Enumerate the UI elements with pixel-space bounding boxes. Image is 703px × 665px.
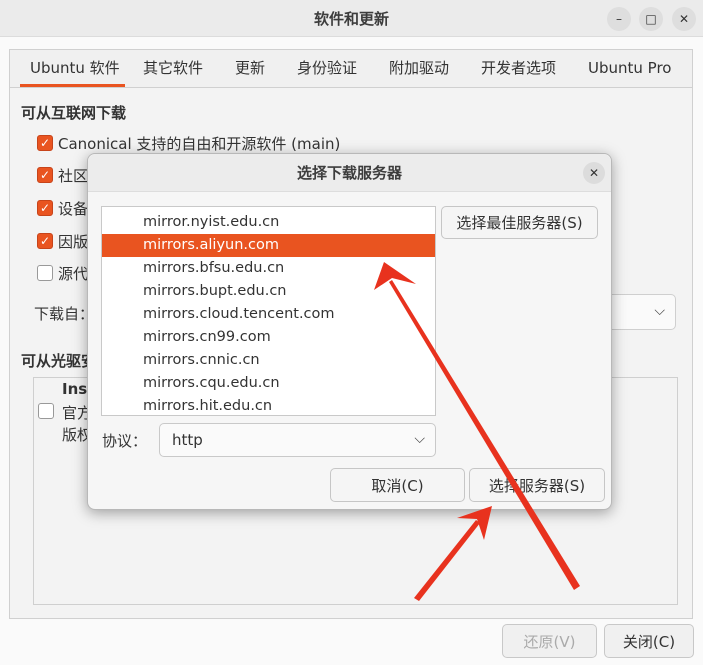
cancel-button[interactable]: 取消(C) [330,468,465,502]
tab-label: 身份验证 [297,59,358,77]
tab-label: Ubuntu Pro [588,59,672,77]
close-label: 关闭(C) [622,632,676,651]
dialog-title-bar: 选择下载服务器 [88,154,611,192]
chevron-down-icon: ⌵ [414,431,425,447]
mirror-name: mirrors.cn99.com [143,329,271,345]
tab-other-software[interactable]: 其它软件 [143,50,203,87]
cdrom-checkbox[interactable] [38,403,54,419]
list-top-edge [102,206,435,207]
source-code-checkbox[interactable] [37,265,53,281]
tab-additional-drivers[interactable]: 附加驱动 [389,50,449,87]
tab-label: Ubuntu 软件 [30,59,120,77]
tab-label: 其它软件 [143,59,204,77]
window-title: 软件和更新 [313,9,389,28]
mirror-name: mirrors.hit.edu.cn [143,398,273,414]
mirror-row[interactable]: mirror.nyist.edu.cn [102,211,435,234]
mirror-name: mirror.nyist.edu.cn [143,214,280,230]
mirror-name: mirrors.aliyun.com [143,237,279,253]
restricted-checkbox[interactable]: ✓ [37,200,53,216]
close-icon: ✕ [678,12,690,26]
maximize-button[interactable]: □ [639,7,663,31]
chevron-down-icon: ⌵ [654,303,665,319]
mirror-row[interactable]: mirrors.bupt.edu.cn [102,280,435,303]
mirror-name: mirrors.cloud.tencent.com [143,306,335,322]
dialog-close-button[interactable]: ✕ [583,162,605,184]
title-bar: 软件和更新 – □ ✕ [0,0,703,37]
button-label: 选择服务器(S) [488,476,586,495]
mirror-name: mirrors.cnnic.cn [143,352,260,368]
protocol-label: 协议： [102,432,148,450]
tab-developer-options[interactable]: 开发者选项 [481,50,556,87]
mirror-row[interactable]: mirrors.hit.edu.cn [102,395,435,415]
mirror-row[interactable]: mirrors.bfsu.edu.cn [102,257,435,280]
mirror-name: mirrors.bupt.edu.cn [143,283,287,299]
tab-authentication[interactable]: 身份验证 [297,50,357,87]
mirror-row[interactable]: mirrors.cqu.edu.cn [102,372,435,395]
restricted-checkbox-label: 设备 [58,200,89,218]
tab-label: 更新 [235,59,266,77]
mirror-name: mirrors.cqu.edu.cn [143,375,280,391]
cdrom-section-title: 可从光驱安 [21,352,97,370]
source-code-checkbox-label: 源代 [58,265,89,283]
multiverse-checkbox-label: 因版 [58,233,89,251]
tab-ubuntu-pro[interactable]: Ubuntu Pro [588,50,671,87]
mirror-name: mirrors.bfsu.edu.cn [143,260,285,276]
download-from-label: 下载自： [34,305,95,323]
tab-ubuntu-software[interactable]: Ubuntu 软件 [20,50,125,87]
choose-server-button[interactable]: 选择服务器(S) [469,468,605,502]
close-window-button[interactable]: ✕ [672,7,696,31]
tab-updates[interactable]: 更新 [235,50,265,87]
revert-button[interactable]: 还原(V) [502,624,597,658]
universe-checkbox-label: 社区 [58,167,89,185]
mirror-row-selected[interactable]: mirrors.aliyun.com [102,234,435,257]
mirror-row[interactable]: mirrors.cn99.com [102,326,435,349]
maximize-icon: □ [645,12,657,26]
tab-bar: Ubuntu 软件 其它软件 更新 身份验证 附加驱动 开发者选项 Ubuntu… [9,49,693,87]
choose-server-dialog: 选择下载服务器 ✕ mirror.nyist.edu.cn mirrors.al… [87,153,612,510]
revert-label: 还原(V) [523,632,576,651]
protocol-value: http [172,431,203,449]
dialog-title: 选择下载服务器 [296,164,402,182]
software-updates-window: 软件和更新 – □ ✕ Ubuntu 软件 其它软件 更新 身份验证 附加驱动 … [0,0,703,665]
mirror-list[interactable]: mirror.nyist.edu.cn mirrors.aliyun.com m… [101,206,436,416]
button-label: 选择最佳服务器(S) [456,214,583,232]
mirror-row[interactable]: mirrors.cloud.tencent.com [102,303,435,326]
button-label: 取消(C) [371,476,424,495]
minimize-icon: – [616,12,622,26]
protocol-select[interactable]: http ⌵ [159,423,436,457]
tab-label: 附加驱动 [389,59,450,77]
close-icon: ✕ [588,166,600,180]
main-checkbox[interactable]: ✓ [37,135,53,151]
close-button[interactable]: 关闭(C) [604,624,694,658]
mirror-row[interactable]: mirrors.cnnic.cn [102,349,435,372]
multiverse-checkbox[interactable]: ✓ [37,233,53,249]
tab-label: 开发者选项 [481,59,557,77]
minimize-button[interactable]: – [607,7,631,31]
universe-checkbox[interactable]: ✓ [37,167,53,183]
internet-section-title: 可从互联网下载 [21,104,127,122]
main-checkbox-label: Canonical 支持的自由和开源软件 (main) [58,135,341,153]
select-best-server-button[interactable]: 选择最佳服务器(S) [441,206,598,239]
